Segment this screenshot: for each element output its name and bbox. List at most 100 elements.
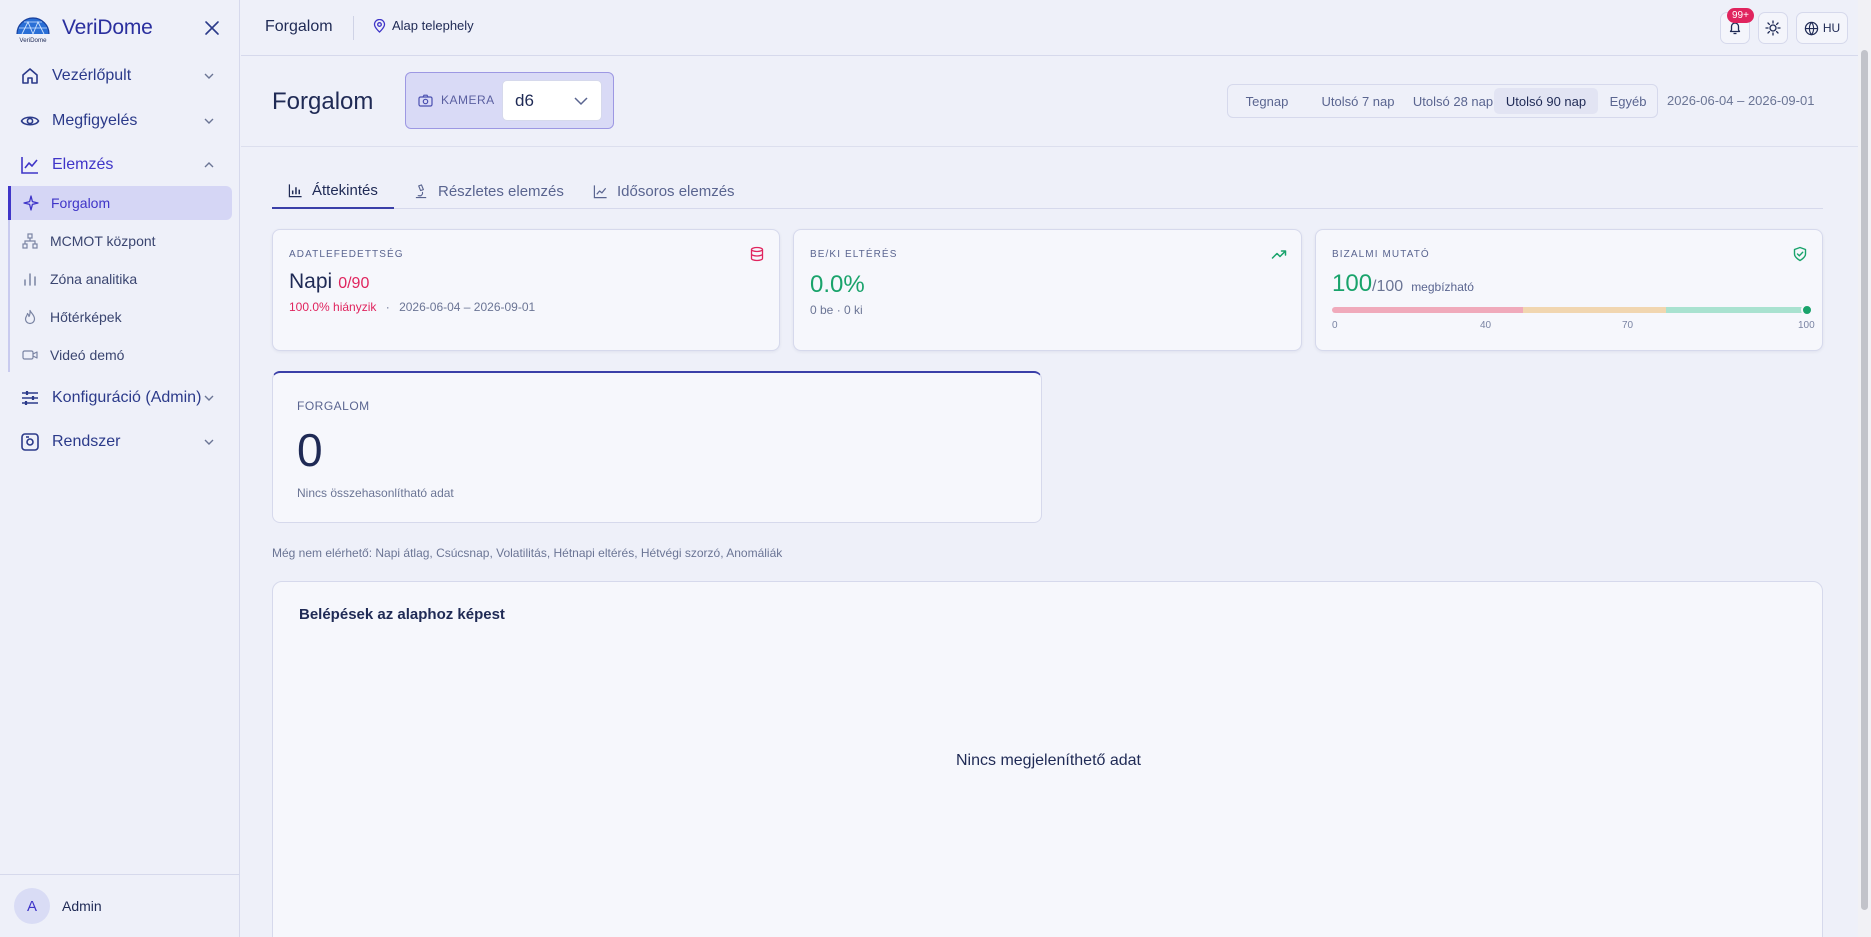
range-yesterday[interactable]: Tegnap	[1237, 88, 1297, 114]
nav-group-monitoring[interactable]: Megfigyelés	[0, 99, 240, 143]
gauge-tick: 0	[1332, 320, 1338, 331]
camera-select[interactable]: d6	[502, 80, 602, 121]
coverage-value: Napi 0/90	[289, 270, 369, 294]
map-pin-icon	[373, 18, 386, 33]
notification-count-badge: 99+	[1727, 8, 1754, 23]
range-custom[interactable]: Egyéb	[1602, 88, 1654, 114]
analytics-icon	[21, 157, 38, 174]
topbar: Forgalom Alap telephely HU	[241, 0, 1858, 56]
trust-score-value: 100/100 megbízható	[1332, 270, 1474, 298]
entries-chart-card: Belépések az alaphoz képest Nincs megjel…	[272, 581, 1823, 937]
nav-group-label: Vezérlőpult	[52, 67, 132, 84]
location-selector[interactable]: Alap telephely	[373, 18, 474, 33]
veridome-logo-icon: VeriDome	[16, 17, 50, 44]
tab-overview[interactable]: Áttekintés	[272, 174, 394, 209]
sidebar-item-label: Videó demó	[50, 347, 125, 363]
chevron-up-icon	[204, 162, 214, 168]
brand-name: VeriDome	[62, 16, 153, 39]
sidebar-item-zone-analytics[interactable]: Zóna analitika	[10, 262, 232, 296]
trust-score-number: 100	[1332, 270, 1373, 297]
line-chart-icon	[593, 185, 607, 199]
camera-filter: KAMERA d6	[405, 72, 614, 129]
date-range-group: Tegnap Utolsó 7 nap Utolsó 28 nap Utolsó…	[1227, 84, 1658, 118]
shield-check-icon	[1793, 246, 1807, 262]
gauge-marker	[1801, 304, 1813, 316]
chevron-down-icon	[204, 439, 214, 445]
sliders-icon	[22, 391, 38, 405]
nav-group-label: Megfigyelés	[52, 112, 138, 129]
microscope-icon	[415, 184, 427, 199]
chevron-down-icon	[204, 395, 214, 401]
in-out-card: BE/KI ELTÉRÉS 0.0% 0 be · 0 ki	[793, 229, 1302, 351]
home-icon	[22, 68, 38, 84]
sidebar-close-button[interactable]	[200, 16, 224, 40]
user-profile[interactable]: A Admin	[0, 874, 240, 937]
gauge-high-segment	[1665, 307, 1809, 313]
sun-icon	[1765, 20, 1781, 36]
chart-empty-state: Nincs megjeleníthető adat	[956, 752, 1141, 769]
sidebar: VeriDome VeriDome Vezérlőpult Megfigyelé…	[0, 0, 240, 937]
sidebar-item-heatmaps[interactable]: Hőtérképek	[10, 300, 232, 334]
camera-select-value: d6	[515, 90, 534, 110]
coverage-separator: ·	[385, 300, 390, 314]
selected-date-range: 2026-06-04 – 2026-09-01	[1667, 93, 1815, 108]
traffic-label: FORGALOM	[297, 399, 370, 413]
coverage-granularity: Napi	[289, 270, 333, 293]
sidebar-item-traffic[interactable]: Forgalom	[8, 186, 232, 220]
sidebar-item-mcmot[interactable]: MCMOT központ	[10, 224, 232, 258]
nav-group-analytics[interactable]: Elemzés	[0, 143, 240, 187]
avatar: A	[14, 888, 50, 924]
nav-group-dashboard[interactable]: Vezérlőpult	[0, 54, 240, 98]
traffic-card: FORGALOM 0 Nincs összehasonlítható adat	[272, 371, 1042, 523]
nav-group-configuration[interactable]: Konfiguráció (Admin)	[0, 376, 240, 420]
gauge-tick: 40	[1480, 320, 1492, 331]
header-divider	[241, 146, 1858, 147]
analytics-submenu: Forgalom MCMOT központ Zóna analitika Hő…	[8, 186, 232, 372]
brand[interactable]: VeriDome VeriDome	[14, 12, 224, 44]
range-last-90-days[interactable]: Utolsó 90 nap	[1494, 88, 1598, 114]
in-out-details: 0 be · 0 ki	[810, 303, 863, 317]
tab-detailed-analysis[interactable]: Részletes elemzés	[398, 174, 580, 209]
language-button[interactable]: HU	[1796, 12, 1848, 44]
sidebar-item-label: Zóna analitika	[50, 271, 138, 287]
tab-time-series[interactable]: Idősoros elemzés	[577, 174, 751, 209]
chevron-down-icon	[204, 73, 214, 79]
coverage-card: ADATLEFEDETTSÉG Napi 0/90 100.0% hiányzik…	[272, 229, 780, 351]
trust-score-max: /100	[1372, 278, 1404, 295]
tab-label: Részletes elemzés	[438, 183, 564, 200]
gauge-tick: 100	[1798, 320, 1815, 331]
flame-icon	[24, 309, 36, 325]
traffic-value: 0	[297, 424, 323, 476]
video-icon	[22, 350, 38, 360]
gauge-tick: 70	[1622, 320, 1634, 331]
page-title: Forgalom	[272, 88, 374, 115]
coverage-missing: 100.0% hiányzik	[289, 300, 377, 314]
card-label: BE/KI ELTÉRÉS	[810, 249, 898, 260]
breadcrumb-divider	[353, 16, 354, 40]
system-icon	[21, 433, 39, 451]
sidebar-item-label: Hőtérképek	[50, 309, 122, 325]
close-icon	[205, 21, 219, 35]
sidebar-item-video-demo[interactable]: Videó demó	[10, 338, 232, 372]
trust-score-card: BIZALMI MUTATÓ 100/100 megbízható 0 40 70…	[1315, 229, 1823, 351]
chart-title: Belépések az alaphoz képest	[299, 606, 505, 623]
trust-score-tag: megbízható	[1411, 280, 1474, 294]
tab-label: Idősoros elemzés	[617, 183, 735, 200]
bar-chart-icon	[288, 184, 302, 198]
scrollbar-thumb[interactable]	[1861, 50, 1868, 910]
svg-text:VeriDome: VeriDome	[19, 37, 47, 44]
user-name: Admin	[62, 898, 102, 914]
gauge-mid-segment	[1522, 307, 1666, 313]
coverage-details: 100.0% hiányzik · 2026-06-04 – 2026-09-0…	[289, 300, 535, 314]
tab-label: Áttekintés	[312, 182, 378, 199]
traffic-sub: Nincs összehasonlítható adat	[297, 486, 454, 500]
eye-icon	[20, 116, 40, 126]
database-icon	[750, 246, 764, 262]
theme-toggle-button[interactable]	[1758, 12, 1788, 44]
nav-group-system[interactable]: Rendszer	[0, 420, 240, 464]
gauge-low-segment	[1332, 307, 1523, 313]
card-label: BIZALMI MUTATÓ	[1332, 249, 1430, 260]
chevron-down-icon	[574, 97, 588, 106]
camera-icon	[418, 94, 433, 107]
coverage-ratio: 0/90	[338, 275, 370, 292]
